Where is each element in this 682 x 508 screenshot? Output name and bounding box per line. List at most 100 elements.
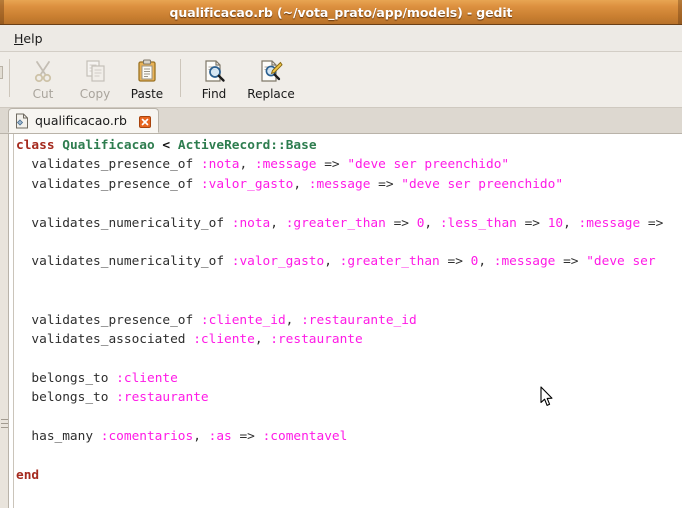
code-token: :cliente <box>116 370 178 386</box>
code-line: validates_associated :cliente, :restaura… <box>16 330 682 349</box>
tab-qualificacao-rb[interactable]: qualificacao.rb <box>8 108 159 133</box>
titlebar-left-edge <box>0 0 4 24</box>
code-token: => <box>640 215 664 231</box>
code-line: class Qualificacao < ActiveRecord::Base <box>16 136 682 155</box>
code-token: , <box>424 215 440 231</box>
code-line: validates_presence_of :valor_gasto, :mes… <box>16 175 682 194</box>
code-token: belongs_to <box>16 370 117 386</box>
paste-button-label: Paste <box>130 87 164 101</box>
paste-button[interactable]: Paste <box>121 56 173 104</box>
code-token: :restaurante <box>116 390 209 406</box>
code-token: class <box>16 138 55 153</box>
menubar: Help <box>0 25 682 52</box>
code-token: => <box>516 215 548 231</box>
copy-documents-icon <box>82 58 108 84</box>
code-token: :nota <box>231 215 271 231</box>
code-line: belongs_to :cliente <box>16 369 682 388</box>
source-code[interactable]: class Qualificacao < ActiveRecord::Base … <box>16 136 682 508</box>
copy-button-label: Copy <box>79 87 111 101</box>
code-token: :nota <box>200 157 240 173</box>
cut-button-label: Cut <box>32 87 54 101</box>
code-token: , <box>563 215 579 231</box>
code-token: "deve ser preenchido" <box>347 157 510 173</box>
code-token: , <box>478 254 494 270</box>
editor-area[interactable]: class Qualificacao < ActiveRecord::Base … <box>0 134 682 508</box>
find-button[interactable]: Find <box>188 56 240 104</box>
code-token: , <box>254 331 271 347</box>
titlebar-right-edge <box>678 0 682 24</box>
cut-button[interactable]: Cut <box>17 56 69 104</box>
code-line: validates_presence_of :nota, :message =>… <box>16 155 682 174</box>
copy-button[interactable]: Copy <box>69 56 121 104</box>
replace-button-label: Replace <box>247 87 295 101</box>
code-token: validates_numericality_of <box>16 215 232 231</box>
code-token: => <box>439 254 471 270</box>
tab-label: qualificacao.rb <box>35 113 127 128</box>
toolbar: Cut Copy Paste Find Replace <box>0 52 682 108</box>
code-token: , <box>193 428 209 444</box>
menu-item-help[interactable]: Help <box>0 28 50 49</box>
code-token: Qualificacao <box>62 138 155 153</box>
toolbar-separator-2 <box>180 59 181 97</box>
menu-help-rest: elp <box>23 30 43 46</box>
find-button-label: Find <box>201 87 227 101</box>
code-line: end <box>16 466 682 485</box>
code-token: validates_associated <box>16 331 194 347</box>
code-token: :greater_than <box>339 254 440 270</box>
code-token: , <box>270 215 286 231</box>
code-token: :message <box>308 176 371 192</box>
window-title: qualificacao.rb (~/vota_prato/app/models… <box>169 4 513 20</box>
code-token: => <box>231 428 263 444</box>
code-token: :cliente_id <box>200 312 286 328</box>
code-token: 10 <box>547 215 564 231</box>
document-magnifier-pencil-icon <box>258 58 284 84</box>
clipboard-icon <box>134 58 160 84</box>
menu-help-mnemonic: H <box>14 30 24 46</box>
code-token: => <box>370 176 402 192</box>
pane-grip-handle[interactable] <box>1 419 8 430</box>
close-x-icon[interactable] <box>138 115 151 128</box>
code-token: :restaurante_id <box>301 312 417 328</box>
code-token: => <box>316 157 348 173</box>
code-token: validates_presence_of <box>16 176 201 192</box>
document-magnifier-icon <box>201 58 227 84</box>
replace-button[interactable]: Replace <box>240 56 302 104</box>
gedit-window: qualificacao.rb (~/vota_prato/app/models… <box>0 0 682 508</box>
code-token: :less_than <box>439 215 517 231</box>
code-token: :message <box>493 254 556 270</box>
toolbar-clipped-button[interactable] <box>0 56 3 102</box>
code-token: :message <box>578 215 641 231</box>
code-token: validates_numericality_of <box>16 254 232 270</box>
window-titlebar[interactable]: qualificacao.rb (~/vota_prato/app/models… <box>0 0 682 25</box>
code-token: :as <box>208 428 232 444</box>
code-line: belongs_to :restaurante <box>16 388 682 407</box>
code-token: , <box>324 254 340 270</box>
editor-gutter[interactable] <box>0 134 9 508</box>
code-line: has_many :comentarios, :as => :comentave… <box>16 427 682 446</box>
code-token: , <box>239 157 255 173</box>
code-token: "deve ser preenchido" <box>401 176 564 192</box>
scissors-icon <box>30 58 56 84</box>
tab-strip: qualificacao.rb <box>0 108 682 134</box>
code-token: :greater_than <box>285 215 386 231</box>
code-token: has_many <box>16 428 101 444</box>
code-token: => <box>385 215 417 231</box>
toolbar-separator-1 <box>9 59 10 97</box>
code-token: end <box>16 467 40 483</box>
code-token: => <box>555 254 587 270</box>
code-token: validates_presence_of <box>16 157 201 173</box>
file-icon <box>15 113 29 129</box>
code-token: :cliente <box>193 331 255 347</box>
code-token: :message <box>254 157 317 173</box>
code-line: validates_numericality_of :valor_gasto, … <box>16 252 682 271</box>
code-token: , <box>285 312 302 328</box>
code-token: :valor_gasto <box>200 176 294 192</box>
